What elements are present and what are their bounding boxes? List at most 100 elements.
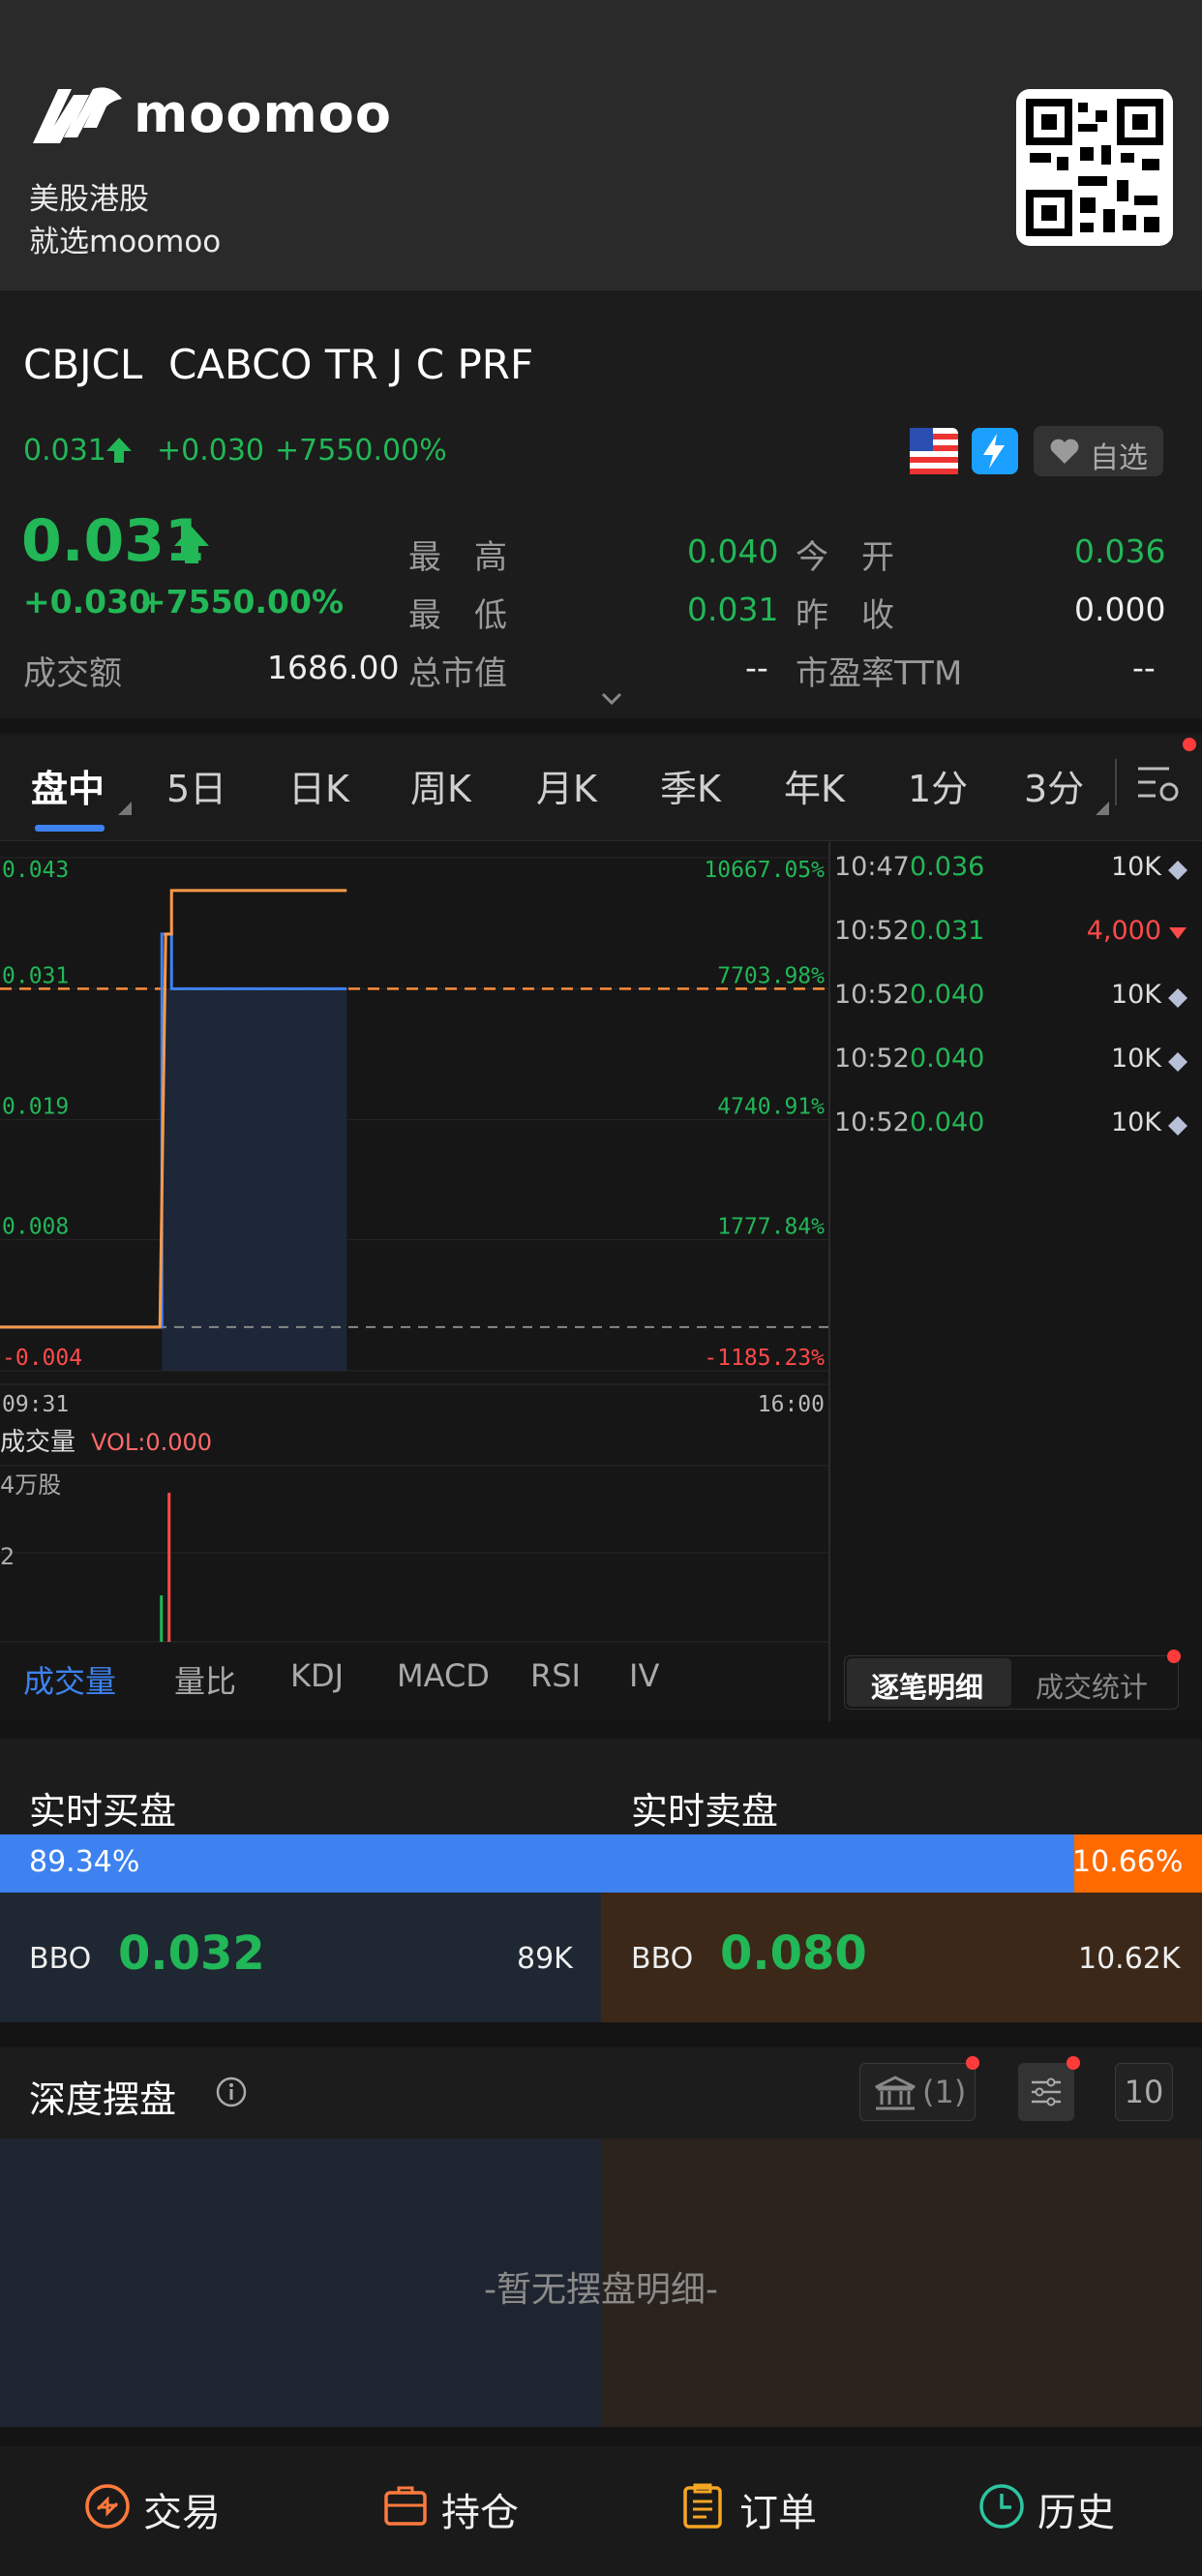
tick-volume: 4,000 [1086,916,1161,946]
tab-more-dropdown-icon [1096,802,1109,815]
turnover-label: 成交额 [23,654,122,693]
indicator-rsi[interactable]: RSI [530,1657,581,1694]
tick-volume: 10K [1110,1107,1161,1137]
history-icon [979,2484,1024,2529]
ask-bbo-label: BBO [631,1942,694,1976]
tab-tick-details[interactable]: 逐笔明细 [871,1665,983,1706]
y-tick-label-left: 0.008 [2,1215,69,1240]
bid-ratio: 89.34% [29,1845,140,1879]
nav-orders[interactable]: 订单 [739,2481,817,2537]
ask-size: 10.62K [1078,1942,1181,1976]
bid-bbo-label: BBO [29,1942,92,1976]
chart-settings-icon[interactable] [1134,761,1183,805]
nav-history[interactable]: 历史 [1037,2481,1115,2537]
nav-trade[interactable]: 交易 [143,2481,221,2537]
y-tick-label-right: -1185.23% [704,1346,825,1371]
prev-close-value: 0.000 [1074,591,1166,628]
trade-icon [85,2484,130,2529]
tab-5day[interactable]: 5日 [166,759,226,812]
y-tick-label-left: 0.031 [2,963,69,988]
tab-quarterly-k[interactable]: 季K [660,759,721,812]
indicator-volume-ratio[interactable]: 量比 [174,1657,236,1702]
broker-queue-button[interactable]: (1) [859,2063,976,2121]
x-tick-label: 16:00 [758,1392,825,1417]
diamond-icon [1168,1052,1187,1072]
open-label: 今 开 [796,538,894,577]
tick-volume: 10K [1110,1044,1161,1074]
broker-dot [966,2056,979,2070]
tick-price: 0.040 [910,980,985,1010]
price-change-pct: +7550.00% [139,583,345,621]
intraday-chart[interactable]: 0.043 10667.05% 0.031 7703.98% 0.019 4740.91%… [0,842,828,1646]
ask-ratio: 10.66% [1072,1845,1184,1879]
tab-dropdown-icon [118,802,132,815]
slogan-line-1: 美股港股 [29,182,149,217]
expand-chevron-icon[interactable] [600,691,623,707]
depth-filter-button[interactable] [1018,2063,1074,2121]
tick-time: 10:52 [834,980,910,1010]
tick-row: 10:52 0.040 10K [834,1044,1192,1082]
low-value: 0.031 [687,591,779,628]
tab-daily-k[interactable]: 日K [288,759,349,812]
chart-tick-divider [828,842,830,1721]
diamond-icon [1168,988,1187,1008]
tick-row: 10:52 0.031 4,000 [834,916,1192,955]
y-tick-label-left: 0.043 [2,858,69,883]
indicator-volume[interactable]: 成交量 [23,1657,116,1702]
tick-price: 0.040 [910,1107,985,1137]
tab-3min[interactable]: 3分 [1024,759,1084,812]
brand-name: moomoo [134,83,392,144]
depth-levels-button[interactable]: 10 [1115,2063,1173,2121]
down-triangle-icon [1169,927,1187,939]
y-tick-label-right: 1777.84% [717,1215,825,1240]
tick-row: 10:52 0.040 10K [834,1107,1192,1146]
price-fill-area [162,988,347,1371]
stock-code: CBJCL [23,341,143,388]
tab-1min[interactable]: 1分 [908,759,968,812]
tab-yearly-k[interactable]: 年K [784,759,845,812]
volume-value: VOL:0.000 [91,1429,212,1456]
ask-title: 实时卖盘 [631,1790,779,1833]
volume-unit: 4万股 [0,1471,61,1499]
tab-trade-stats[interactable]: 成交统计 [1036,1665,1148,1706]
volume-bar [167,1493,171,1642]
price-change: +0.030 [23,583,152,621]
filter-dot [1067,2056,1080,2070]
indicator-iv[interactable]: IV [629,1657,659,1694]
bank-icon [875,2076,916,2110]
mini-price: 0.031 [23,434,106,468]
y-tick-label-left: -0.004 [2,1346,82,1371]
indicator-kdj[interactable]: KDJ [290,1657,344,1694]
tick-price: 0.040 [910,1044,985,1074]
volume-tick: 2 [0,1543,15,1570]
diamond-icon [1168,1116,1187,1136]
tick-list[interactable]: 10:47 0.036 10K 10:52 0.031 4,000 10:52 0.040 10… [834,852,1192,1200]
tick-time: 10:52 [834,1044,910,1074]
tab-intraday[interactable]: 盘中 [31,759,105,812]
tab-weekly-k[interactable]: 周K [410,759,471,812]
us-flag-icon [910,428,958,474]
indicator-macd[interactable]: MACD [397,1657,490,1694]
watchlist-button[interactable]: 自选 [1034,426,1163,476]
pe-ttm-value: -- [1132,649,1156,686]
y-tick-label-left: 0.019 [2,1095,69,1120]
tab-monthly-k[interactable]: 月K [536,759,597,812]
market-cap-label: 总市值 [408,654,507,693]
volume-bar [160,1595,164,1642]
order-book-header [0,1739,1202,1835]
qr-code[interactable] [1016,89,1173,246]
tick-volume: 10K [1110,852,1161,882]
stock-name: CABCO TR J C PRF [167,341,534,388]
tab-active-indicator [35,825,105,832]
tick-price: 0.031 [910,916,985,946]
nav-positions[interactable]: 持仓 [441,2481,519,2537]
low-label: 最 低 [408,596,507,635]
info-icon[interactable] [215,2076,248,2108]
tick-volume: 10K [1110,980,1161,1010]
mini-pct: +7550.00% [275,434,447,468]
stock-title: CBJCL CABCO TR J C PRF [23,341,533,388]
watchlist-label: 自选 [1090,441,1148,475]
x-tick-label: 09:31 [2,1392,69,1417]
y-tick-label-right: 7703.98% [717,963,825,988]
lightning-level-icon[interactable] [972,428,1018,474]
